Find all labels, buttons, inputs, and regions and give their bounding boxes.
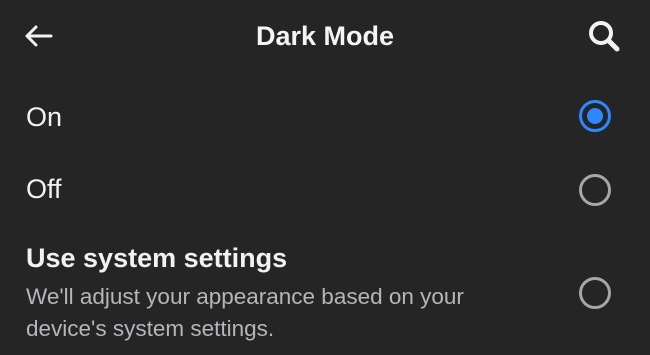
- top-app-bar: Dark Mode: [0, 0, 650, 72]
- page-title: Dark Mode: [255, 21, 395, 51]
- search-icon: [589, 21, 620, 52]
- option-system-description: We'll adjust your appearance based on yo…: [26, 284, 464, 341]
- option-system-label: Use system settings: [26, 243, 288, 273]
- radio-use-system-settings[interactable]: [579, 277, 611, 309]
- search-button[interactable]: [584, 16, 624, 56]
- option-off-label: Off: [26, 174, 62, 204]
- option-use-system-settings[interactable]: Use system settings We'll adjust your ap…: [0, 243, 650, 343]
- back-button[interactable]: [18, 18, 58, 54]
- radio-on[interactable]: [579, 100, 611, 132]
- option-off[interactable]: Off: [0, 162, 650, 218]
- option-on[interactable]: On: [0, 88, 650, 144]
- option-on-label: On: [26, 102, 63, 132]
- back-arrow-icon: [25, 25, 53, 47]
- radio-off[interactable]: [579, 174, 611, 206]
